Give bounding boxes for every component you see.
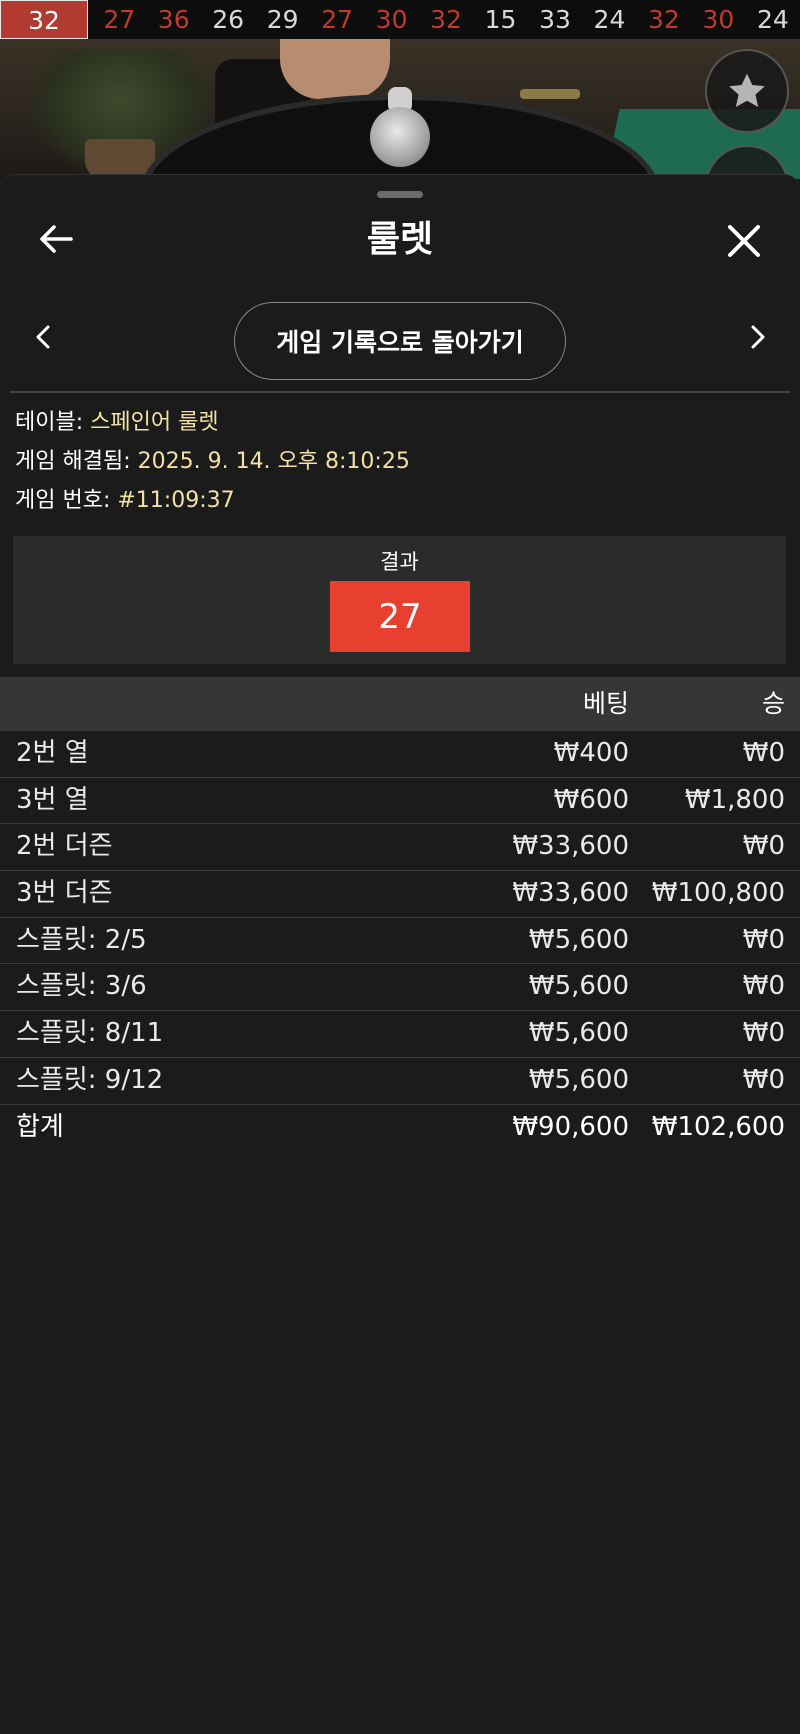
result-number: 27 (330, 581, 470, 652)
divider (10, 391, 790, 393)
game-number-info: 게임 번호: #11:09:37 (15, 485, 235, 517)
result-history-bar: 32 27 36 26 29 27 30 32 15 33 24 32 30 2… (0, 0, 800, 39)
history-number: 24 (593, 5, 626, 34)
table-row: 스플릿: 8/11 ₩5,600 ₩0 (0, 1011, 800, 1058)
win-amount: ₩0 (742, 831, 785, 862)
bet-amount: ₩33,600 (512, 878, 629, 909)
wheel-turret (370, 107, 430, 167)
history-number: 15 (484, 5, 517, 34)
arrow-left-icon (40, 225, 73, 253)
dealer (280, 39, 390, 99)
total-bet: ₩90,600 (512, 1111, 629, 1142)
total-row: 합계 ₩90,600 ₩102,600 (0, 1105, 800, 1152)
result-panel: 결과 27 (13, 536, 786, 664)
next-game-button[interactable] (743, 322, 773, 352)
favorite-button[interactable] (705, 49, 789, 133)
close-icon (728, 225, 760, 257)
bet-name: 3번 열 (16, 784, 89, 815)
win-amount: ₩100,800 (651, 878, 785, 909)
history-number: 30 (702, 5, 735, 34)
bet-name: 2번 열 (16, 738, 89, 768)
result-label: 결과 (380, 550, 419, 574)
info-value: 2025. 9. 14. 오후 8:10:25 (137, 449, 410, 474)
table-row: 스플릿: 9/12 ₩5,600 ₩0 (0, 1058, 800, 1105)
bet-amount: ₩600 (553, 784, 629, 815)
header-win: 승 (761, 689, 785, 718)
win-amount: ₩0 (742, 924, 785, 955)
star-icon (729, 73, 765, 107)
bet-amount: ₩5,600 (528, 924, 629, 955)
history-number: 36 (157, 5, 190, 34)
info-label: 게임 해결됨: (15, 449, 131, 474)
history-number: 32 (648, 5, 680, 34)
history-number: 32 (430, 5, 462, 34)
history-number: 30 (375, 5, 408, 34)
win-amount: ₩0 (742, 971, 785, 1002)
table-row: 2번 더즌 ₩33,600 ₩0 (0, 824, 800, 872)
win-amount: ₩0 (742, 738, 785, 768)
table-info: 테이블: 스페인어 룰렛 (15, 407, 219, 439)
bet-name: 스플릿: 2/5 (16, 924, 147, 955)
bet-amount: ₩5,600 (528, 1064, 629, 1095)
back-button[interactable] (36, 219, 76, 259)
bet-amount: ₩5,600 (528, 971, 629, 1002)
bet-name: 2번 더즌 (16, 831, 113, 862)
history-current-number: 32 (0, 0, 88, 39)
resolved-info: 게임 해결됨: 2025. 9. 14. 오후 8:10:25 (15, 446, 410, 478)
drag-handle[interactable] (377, 191, 423, 198)
chevron-left-icon (36, 325, 50, 349)
sheet-title: 룰렛 (366, 219, 434, 260)
table-row: 스플릿: 3/6 ₩5,600 ₩0 (0, 964, 800, 1012)
total-win: ₩102,600 (651, 1111, 785, 1142)
info-value: #11:09:37 (117, 488, 235, 513)
history-number: 24 (756, 5, 789, 34)
bet-amount: ₩5,600 (528, 1018, 629, 1049)
back-to-history-button[interactable]: 게임 기록으로 돌아가기 (234, 302, 566, 380)
table-row: 3번 더즌 ₩33,600 ₩100,800 (0, 871, 800, 918)
win-amount: ₩0 (742, 1018, 785, 1049)
history-number: 27 (103, 5, 136, 34)
win-amount: ₩1,800 (684, 784, 785, 815)
bet-name: 3번 더즌 (16, 878, 113, 909)
table-row: 2번 열 ₩400 ₩0 (0, 731, 800, 778)
info-label: 게임 번호: (15, 488, 111, 513)
win-amount: ₩0 (742, 1064, 785, 1095)
chevron-right-icon (751, 325, 765, 349)
game-history-sheet: 룰렛 게임 기록으로 돌아가기 테이블: 스페인어 룰렛 게임 해결됨: 202… (0, 174, 800, 1734)
header-bet: 베팅 (582, 689, 629, 718)
live-video-background (0, 39, 800, 179)
history-number: 33 (539, 5, 571, 34)
bet-amount: ₩400 (553, 738, 629, 768)
history-number: 26 (212, 5, 245, 34)
bets-table-body: 2번 열 ₩400 ₩0 3번 열 ₩600 ₩1,800 2번 더즌 ₩33,… (0, 731, 800, 1151)
close-button[interactable] (722, 219, 766, 263)
bet-name: 스플릿: 3/6 (16, 971, 147, 1002)
history-number: 29 (266, 5, 299, 34)
bet-name: 스플릿: 8/11 (16, 1018, 164, 1049)
table-row: 스플릿: 2/5 ₩5,600 ₩0 (0, 918, 800, 965)
lamp (520, 89, 580, 99)
history-number: 27 (321, 5, 354, 34)
bet-name: 스플릿: 9/12 (16, 1064, 164, 1095)
bet-amount: ₩33,600 (512, 831, 629, 862)
bets-table-header: 베팅 승 (0, 677, 800, 731)
info-value: 스페인어 룰렛 (90, 410, 219, 435)
previous-game-button[interactable] (28, 322, 58, 352)
info-label: 테이블: (15, 410, 84, 435)
total-label: 합계 (16, 1111, 64, 1142)
table-row: 3번 열 ₩600 ₩1,800 (0, 778, 800, 825)
